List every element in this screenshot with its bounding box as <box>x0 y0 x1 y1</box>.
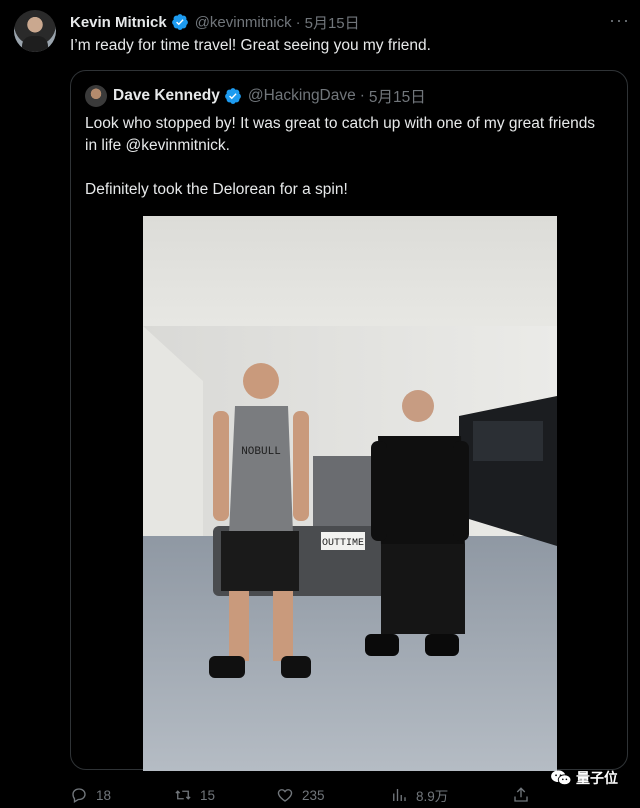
wechat-logo-icon <box>551 770 572 786</box>
license-plate-text: OUTTIME <box>322 538 364 549</box>
share-button[interactable] <box>512 784 538 806</box>
quote-photo[interactable]: OUTTIME NOBULL <box>143 216 557 771</box>
author-name[interactable]: Kevin Mitnick <box>70 14 167 31</box>
watermark: 量子位 <box>550 768 618 788</box>
quote-author-avatar[interactable] <box>85 85 107 107</box>
tweet-date[interactable]: 5月15日 <box>305 12 360 33</box>
tweet-header: Kevin Mitnick @kevinmitnick · 5月15日 <box>70 12 620 32</box>
views-count: 8.9万 <box>416 789 449 804</box>
tweet-text: I’m ready for time travel! Great seeing … <box>70 37 431 54</box>
quote-paragraph-1: Look who stopped by! It was great to cat… <box>85 115 596 154</box>
quote-paragraph-2: Definitely took the Delorean for a spin! <box>85 181 348 198</box>
quote-header: Dave Kennedy @HackingDave · 5月15日 <box>113 85 426 107</box>
heart-icon <box>277 789 293 802</box>
verified-badge-icon <box>171 14 188 30</box>
quote-date-separator: · <box>359 87 365 104</box>
watermark-text: 量子位 <box>576 770 618 786</box>
views-bar-chart-icon <box>393 789 406 801</box>
reply-icon <box>72 788 86 803</box>
garage-photo-illustration: OUTTIME NOBULL <box>143 216 557 771</box>
quote-author-handle[interactable]: @HackingDave <box>248 87 356 105</box>
reply-button[interactable]: 18 <box>70 784 111 806</box>
tweet-actions: 18 15 235 8.9万 <box>70 784 628 806</box>
like-count: 235 <box>302 787 325 803</box>
author-handle[interactable]: @kevinmitnick <box>195 14 292 31</box>
retweet-icon <box>175 790 191 800</box>
reply-count: 18 <box>96 787 112 803</box>
quote-date[interactable]: 5月15日 <box>369 85 426 107</box>
quoted-tweet-card[interactable]: Dave Kennedy @HackingDave · 5月15日 Look w… <box>70 70 628 771</box>
quote-author-name[interactable]: Dave Kennedy <box>113 87 220 105</box>
quote-text: Look who stopped by! It was great to cat… <box>85 113 605 201</box>
retweet-count: 15 <box>200 787 216 803</box>
like-button[interactable]: 235 <box>276 784 325 806</box>
share-icon <box>514 787 528 802</box>
shirt-text: NOBULL <box>241 446 281 458</box>
date-separator: · <box>295 13 301 31</box>
more-options-icon[interactable]: ··· <box>609 10 630 31</box>
retweet-button[interactable]: 15 <box>174 784 215 806</box>
author-avatar[interactable] <box>14 10 56 52</box>
quote-verified-badge-icon <box>224 88 241 104</box>
views-button[interactable]: 8.9万 <box>390 784 448 806</box>
